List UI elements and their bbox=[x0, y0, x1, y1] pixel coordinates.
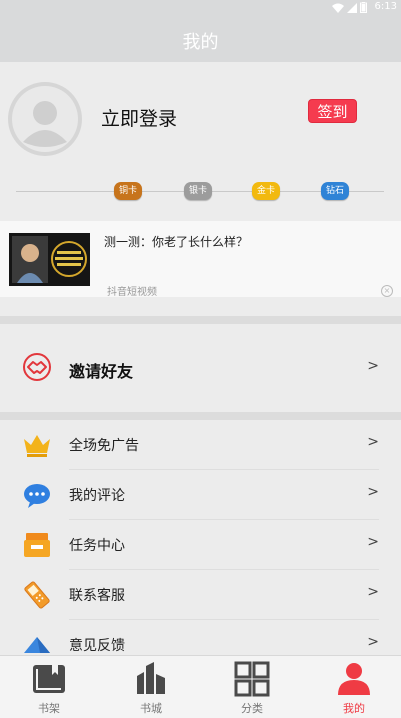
ad-banner[interactable]: 测一测：你老了长什么样？ 抖音短视频 × bbox=[0, 221, 401, 298]
handshake-icon bbox=[23, 353, 51, 381]
gold-card-badge[interactable]: 金卡 bbox=[252, 182, 280, 200]
menu-item-task-center[interactable]: 任务中心 > bbox=[0, 520, 401, 570]
category-grid-icon bbox=[234, 661, 270, 697]
login-link[interactable]: 立即登录 bbox=[101, 104, 177, 131]
bookshelf-icon bbox=[33, 665, 65, 693]
chevron-right-icon: > bbox=[367, 534, 379, 550]
ad-title[interactable]: 测一测：你老了长什么样？ bbox=[104, 233, 248, 250]
menu-item-no-ads[interactable]: 全场免广告 > bbox=[0, 420, 401, 470]
profile-section: 立即登录 签到 铜卡 银卡 金卡 钻石 bbox=[0, 62, 401, 220]
bookstore-icon bbox=[137, 662, 165, 694]
status-bar: 6:13 bbox=[0, 0, 401, 14]
menu-item-label: 全场免广告 bbox=[69, 438, 139, 454]
menu-item-label: 联系客服 bbox=[69, 588, 125, 604]
section-divider bbox=[0, 316, 401, 324]
menu-item-label: 意见反馈 bbox=[69, 638, 125, 654]
chevron-right-icon: > bbox=[367, 434, 379, 450]
ad-thumbnail[interactable] bbox=[9, 233, 90, 286]
copper-card-badge[interactable]: 铜卡 bbox=[114, 182, 142, 200]
tab-mine[interactable]: 我的 bbox=[314, 660, 394, 716]
invite-friends-label: 邀请好友 bbox=[69, 362, 134, 381]
tab-label: 我的 bbox=[343, 702, 365, 715]
chevron-right-icon: > bbox=[367, 484, 379, 500]
user-silhouette-icon bbox=[12, 86, 78, 152]
tab-category[interactable]: 分类 bbox=[212, 660, 292, 716]
status-time: 6:13 bbox=[374, 1, 397, 12]
app-header: 我的 bbox=[0, 14, 401, 62]
menu-item-my-comments[interactable]: 我的评论 > bbox=[0, 470, 401, 520]
status-icons bbox=[332, 2, 367, 13]
tab-label: 分类 bbox=[241, 702, 263, 715]
chat-bubble-icon bbox=[24, 484, 50, 508]
profile-icon bbox=[338, 663, 370, 695]
ad-close-icon[interactable]: × bbox=[381, 285, 393, 297]
tab-label: 书城 bbox=[140, 702, 162, 715]
tab-bookshelf[interactable]: 书架 bbox=[9, 660, 89, 716]
ad-source: 抖音短视频 bbox=[107, 287, 157, 298]
tab-label: 书架 bbox=[38, 702, 60, 715]
wifi-icon bbox=[332, 3, 344, 13]
feedback-icon bbox=[24, 637, 50, 653]
avatar[interactable] bbox=[8, 82, 82, 156]
bottom-tab-bar: 书架 书城 分类 我的 bbox=[0, 655, 401, 718]
silver-card-badge[interactable]: 银卡 bbox=[184, 182, 212, 200]
ad-thumbnail-image bbox=[9, 233, 90, 286]
page-title: 我的 bbox=[182, 32, 219, 53]
menu-item-label: 任务中心 bbox=[69, 538, 125, 554]
tab-bookstore[interactable]: 书城 bbox=[111, 660, 191, 716]
menu-item-feedback[interactable]: 意见反馈 > bbox=[0, 620, 401, 655]
signal-icon bbox=[347, 2, 357, 13]
checkin-button[interactable]: 签到 bbox=[308, 99, 357, 123]
menu-item-customer-service[interactable]: 联系客服 > bbox=[0, 570, 401, 620]
phone-icon bbox=[24, 581, 50, 609]
battery-icon bbox=[360, 2, 367, 13]
menu-item-label: 我的评论 bbox=[69, 488, 125, 504]
task-box-icon bbox=[24, 533, 50, 557]
diamond-card-badge[interactable]: 钻石 bbox=[321, 182, 349, 200]
crown-icon bbox=[24, 435, 50, 457]
section-divider bbox=[0, 412, 401, 420]
chevron-right-icon: > bbox=[367, 358, 379, 374]
menu-list: 全场免广告 > 我的评论 > 任务中心 > 联系客服 > 意见反馈 > bbox=[0, 420, 401, 655]
chevron-right-icon: > bbox=[367, 584, 379, 600]
chevron-right-icon: > bbox=[367, 634, 379, 650]
invite-friends-row[interactable]: 邀请好友 > bbox=[0, 324, 401, 412]
